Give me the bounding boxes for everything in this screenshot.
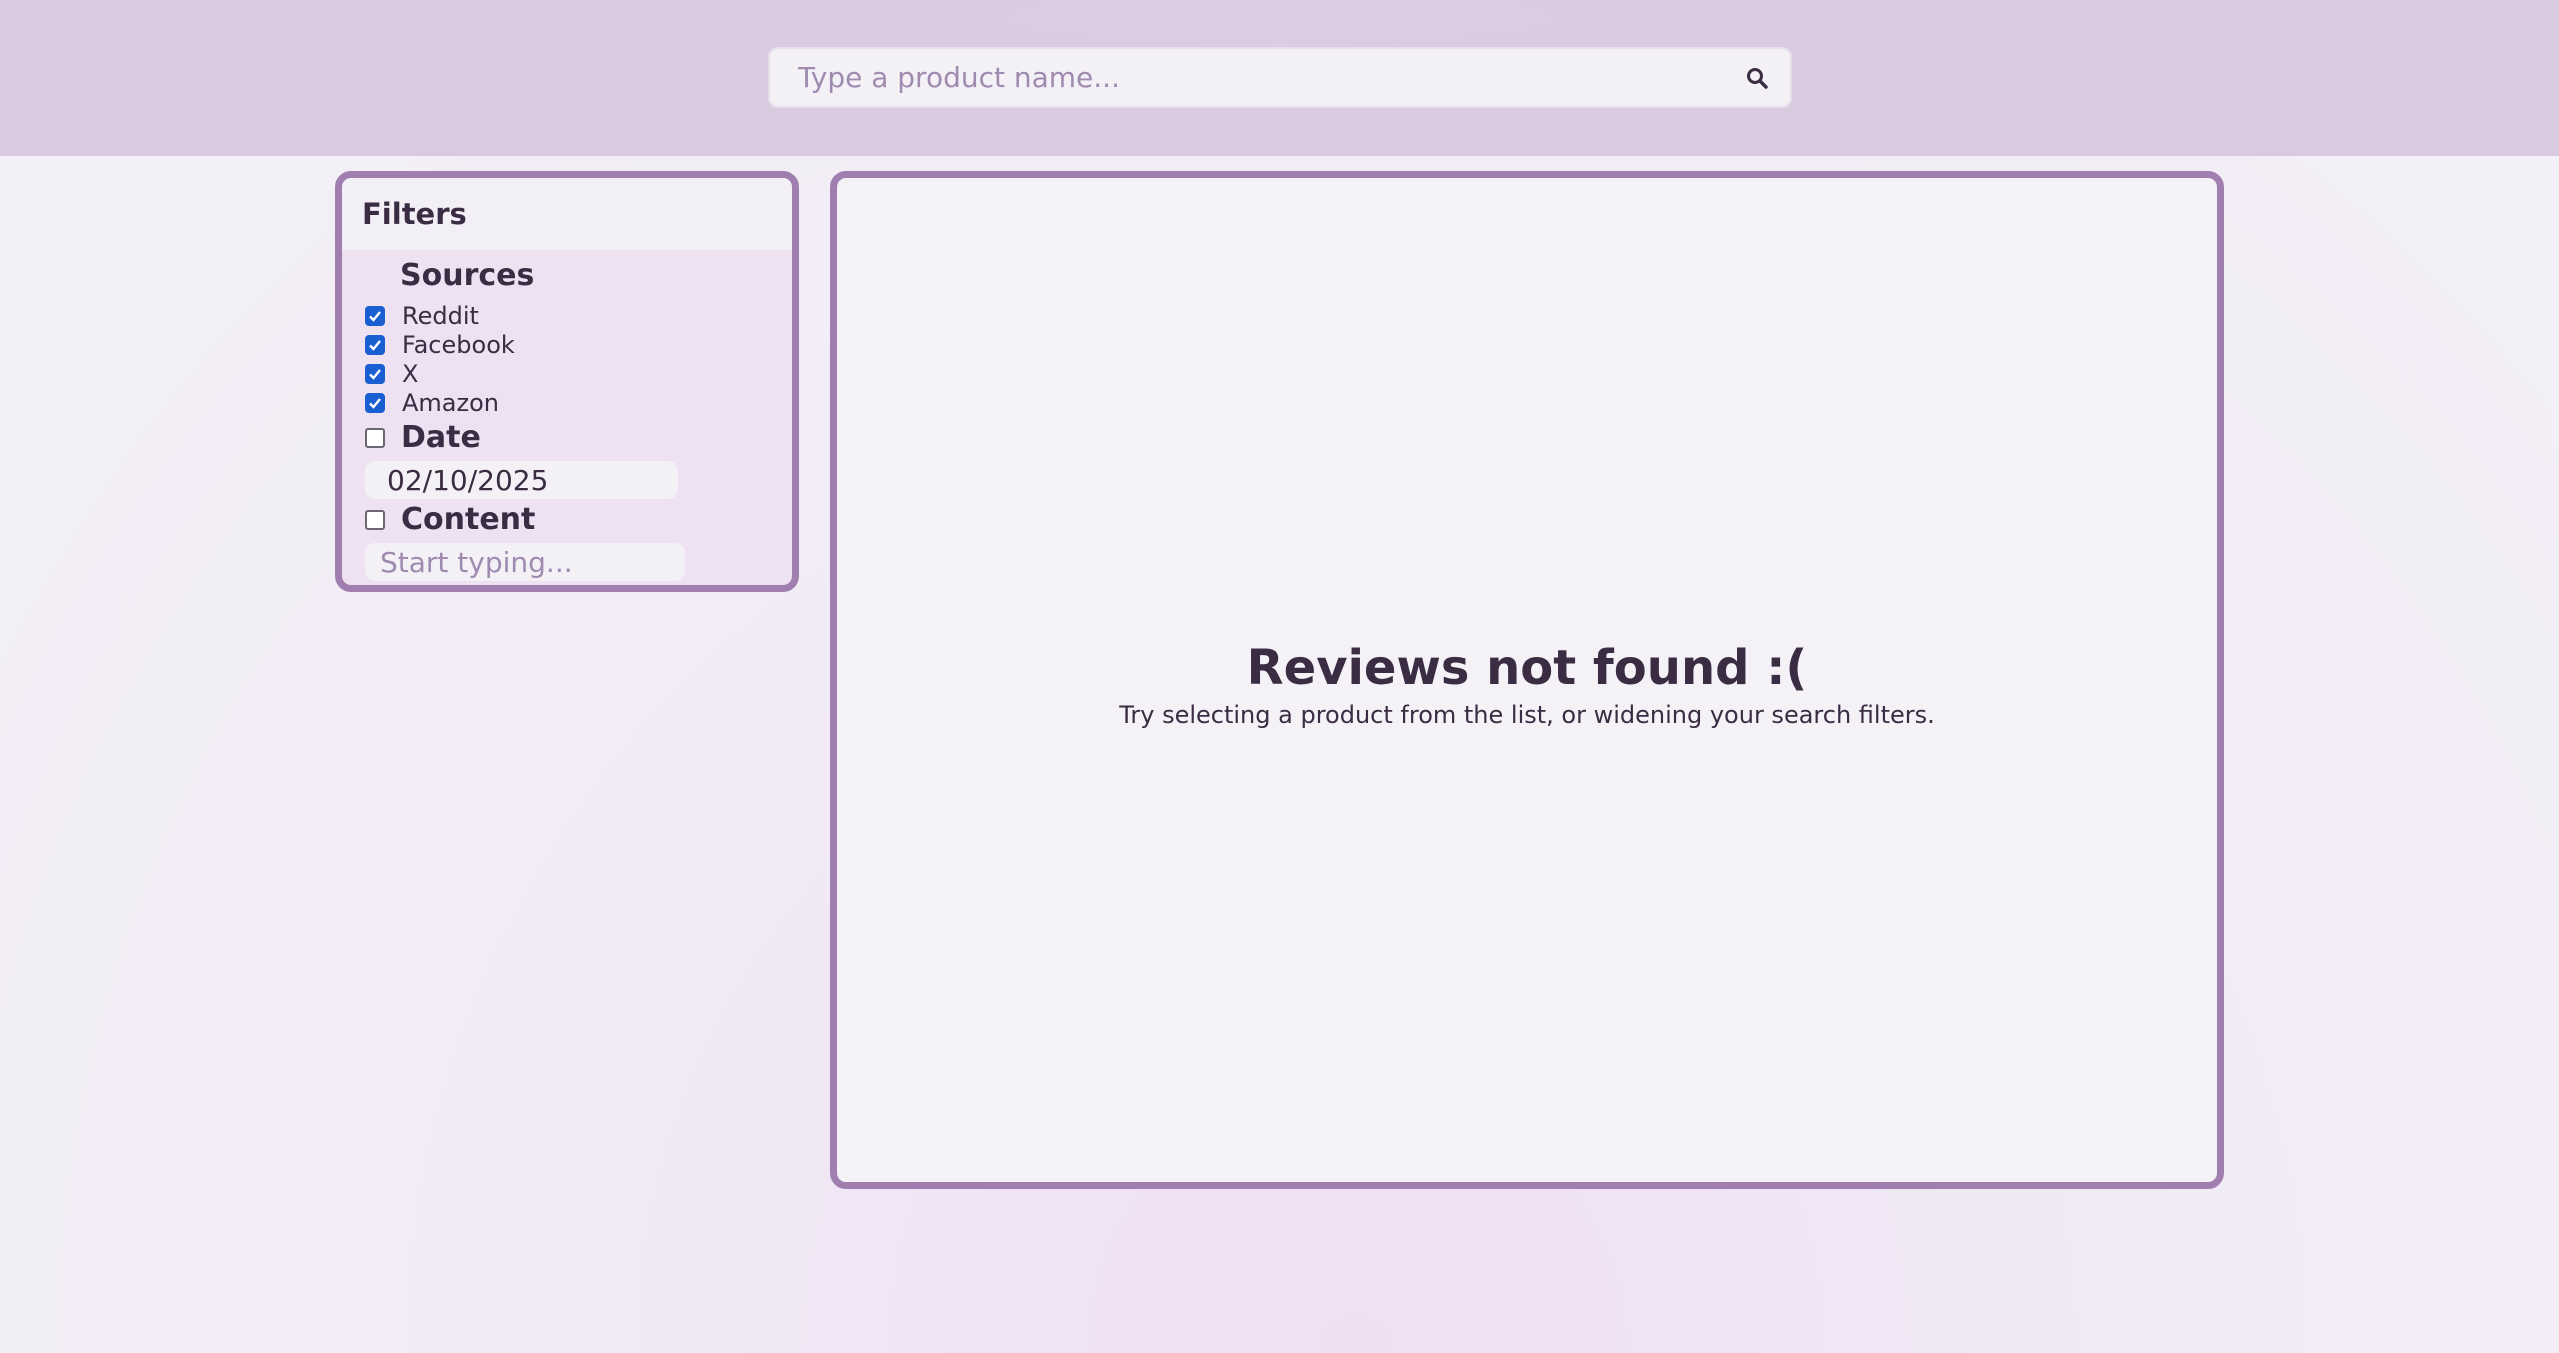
search-icon bbox=[1747, 68, 1768, 89]
content-checkbox[interactable] bbox=[365, 509, 385, 530]
source-label: Reddit bbox=[402, 301, 479, 330]
checkmark-icon bbox=[369, 310, 381, 322]
facebook-checkbox[interactable] bbox=[365, 334, 385, 355]
source-option-x[interactable]: X bbox=[365, 359, 418, 388]
filters-panel: Filters Sources Reddit Facebook X Amazon bbox=[335, 171, 799, 592]
date-filter-toggle[interactable]: Date bbox=[365, 420, 481, 455]
checkmark-icon bbox=[369, 368, 381, 380]
content-filter-toggle[interactable]: Content bbox=[365, 502, 535, 537]
reddit-checkbox[interactable] bbox=[365, 305, 385, 326]
amazon-checkbox[interactable] bbox=[365, 392, 385, 413]
content-title: Content bbox=[401, 502, 536, 537]
search-input[interactable] bbox=[770, 49, 1710, 106]
x-checkbox[interactable] bbox=[365, 363, 385, 384]
checkmark-icon bbox=[369, 339, 381, 351]
date-checkbox[interactable] bbox=[365, 427, 385, 448]
empty-state-title: Reviews not found :( bbox=[1246, 640, 1808, 696]
source-option-reddit[interactable]: Reddit bbox=[365, 301, 479, 330]
reviews-panel: Reviews not found :( Try selecting a pro… bbox=[830, 171, 2224, 1189]
header-bar bbox=[0, 0, 2559, 156]
sources-title: Sources bbox=[400, 258, 535, 293]
source-option-amazon[interactable]: Amazon bbox=[365, 388, 499, 417]
source-label: X bbox=[402, 359, 419, 388]
source-label: Facebook bbox=[402, 330, 515, 359]
date-field[interactable] bbox=[365, 461, 678, 499]
source-option-facebook[interactable]: Facebook bbox=[365, 330, 515, 359]
search-button[interactable] bbox=[1738, 59, 1776, 97]
empty-state-message: Try selecting a product from the list, o… bbox=[1119, 701, 1935, 729]
checkmark-icon bbox=[369, 397, 381, 409]
filters-title: Filters bbox=[342, 178, 792, 250]
search-box bbox=[768, 47, 1792, 108]
source-label: Amazon bbox=[402, 388, 499, 417]
date-title: Date bbox=[401, 420, 481, 455]
content-search-field[interactable] bbox=[365, 543, 685, 581]
